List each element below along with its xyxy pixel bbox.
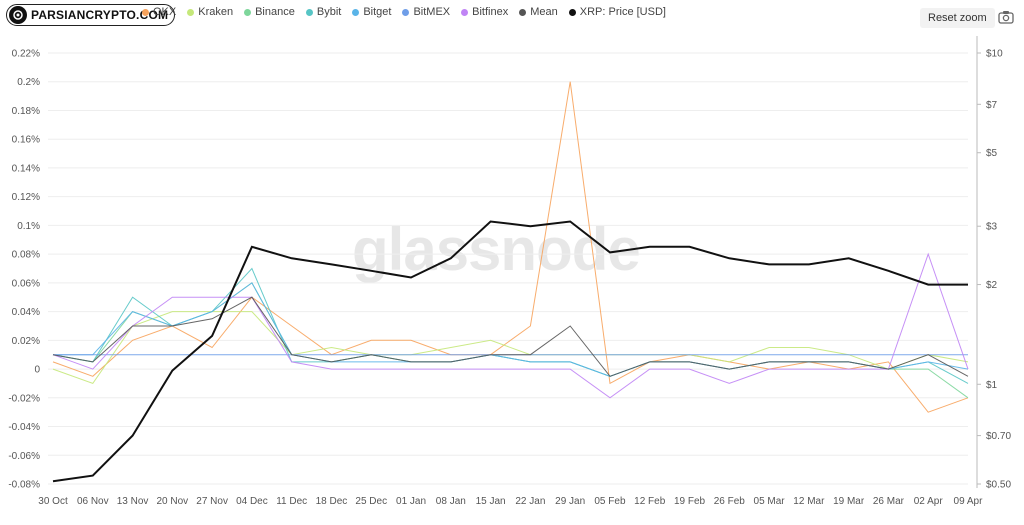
x-tick-label: 27 Nov	[196, 496, 228, 507]
left-tick-label: 0.16%	[12, 135, 40, 146]
left-tick-label: -0.06%	[8, 451, 40, 462]
x-tick-label: 20 Nov	[157, 496, 189, 507]
x-tick-label: 12 Mar	[793, 496, 825, 507]
right-tick-label: $1	[986, 380, 998, 391]
left-tick-label: -0.08%	[8, 480, 40, 491]
x-tick-label: 19 Mar	[833, 496, 865, 507]
left-tick-label: -0.02%	[8, 393, 40, 404]
x-tick-label: 05 Feb	[594, 496, 626, 507]
right-tick-label: $7	[986, 100, 998, 111]
x-tick-label: 06 Nov	[77, 496, 109, 507]
x-tick-label: 15 Jan	[476, 496, 506, 507]
left-tick-label: 0.12%	[12, 192, 40, 203]
x-tick-label: 02 Apr	[914, 496, 944, 507]
x-tick-label: 13 Nov	[117, 496, 149, 507]
right-tick-label: $2	[986, 280, 998, 291]
left-tick-label: 0.04%	[12, 307, 40, 318]
x-tick-label: 19 Feb	[674, 496, 706, 507]
x-tick-label: 18 Dec	[316, 496, 348, 507]
x-tick-label: 25 Dec	[355, 496, 387, 507]
left-tick-label: 0.14%	[12, 163, 40, 174]
left-tick-label: 0.02%	[12, 336, 40, 347]
right-tick-label: $0.50	[986, 480, 1011, 491]
x-tick-label: 05 Mar	[754, 496, 786, 507]
left-tick-label: 0.2%	[17, 77, 40, 88]
left-tick-label: 0.22%	[12, 49, 40, 60]
right-tick-label: $3	[986, 222, 998, 233]
right-tick-label: $10	[986, 49, 1003, 60]
x-tick-label: 26 Mar	[873, 496, 905, 507]
x-tick-label: 30 Oct	[38, 496, 68, 507]
x-tick-label: 22 Jan	[515, 496, 545, 507]
left-tick-label: 0.08%	[12, 250, 40, 261]
left-tick-label: 0	[34, 365, 40, 376]
x-tick-label: 26 Feb	[714, 496, 746, 507]
x-tick-label: 01 Jan	[396, 496, 426, 507]
funding-rate-chart: glassnode 0.22% 0.2% 0.18% 0.16% 0.14% 0.12% 0…	[8, 36, 1011, 507]
right-tick-label: $0.70	[986, 431, 1011, 442]
left-tick-label: 0.18%	[12, 106, 40, 117]
x-tick-label: 29 Jan	[555, 496, 585, 507]
x-tick-label: 11 Dec	[276, 496, 307, 507]
left-tick-label: 0.1%	[17, 221, 40, 232]
series-line-mean	[52, 296, 969, 377]
x-tick-label: 08 Jan	[436, 496, 466, 507]
chart-watermark: glassnode	[352, 216, 640, 283]
left-tick-label: 0.06%	[12, 278, 40, 289]
x-tick-label: 04 Dec	[236, 496, 268, 507]
left-tick-label: -0.04%	[8, 422, 40, 433]
right-tick-label: $5	[986, 148, 998, 159]
x-tick-label: 09 Apr	[954, 496, 984, 507]
x-tick-label: 12 Feb	[634, 496, 666, 507]
